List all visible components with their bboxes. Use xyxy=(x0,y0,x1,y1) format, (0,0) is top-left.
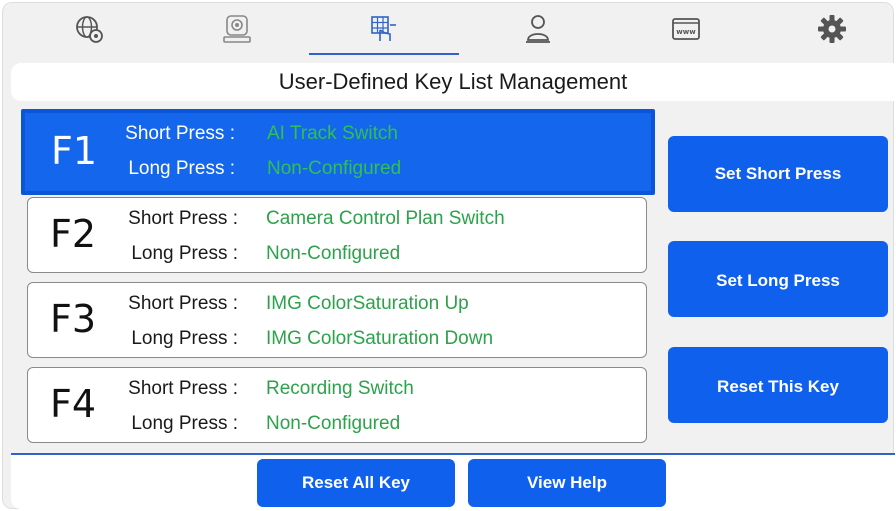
key-card-f4[interactable]: F4 Short Press : Recording Switch Long P… xyxy=(27,367,647,443)
keypad-icon xyxy=(371,16,396,41)
reset-all-key-button[interactable]: Reset All Key xyxy=(257,459,455,507)
gear-icon xyxy=(818,15,846,43)
app-window: www User-Defined Key List Management F1 … xyxy=(2,2,895,509)
key-card-f3[interactable]: F3 Short Press : IMG ColorSaturation Up … xyxy=(27,282,647,358)
key-card-f1[interactable]: F1 Short Press : AI Track Switch Long Pr… xyxy=(21,109,655,195)
short-press-label: Short Press : xyxy=(128,378,238,399)
short-press-label: Short Press : xyxy=(125,123,235,144)
long-press-value: IMG ColorSaturation Down xyxy=(266,328,494,349)
long-press-value: Non-Configured xyxy=(266,243,401,264)
view-help-button[interactable]: View Help xyxy=(468,459,666,507)
long-press-label: Long Press : xyxy=(131,413,238,434)
short-press-value: IMG ColorSaturation Up xyxy=(266,293,469,314)
reset-this-key-button[interactable]: Reset This Key xyxy=(668,347,888,423)
key-card-f2[interactable]: F2 Short Press : Camera Control Plan Swi… xyxy=(27,197,647,273)
long-press-label: Long Press : xyxy=(131,328,238,349)
www-icon: www xyxy=(672,18,700,40)
camera-icon xyxy=(223,15,251,43)
tab-keys[interactable] xyxy=(354,9,414,49)
long-press-value: Non-Configured xyxy=(266,413,401,434)
tab-user[interactable] xyxy=(508,9,568,49)
long-press-value: Non-Configured xyxy=(267,158,402,179)
tab-camera[interactable] xyxy=(207,9,267,49)
page-title: User-Defined Key List Management xyxy=(11,63,895,101)
short-press-label: Short Press : xyxy=(128,293,238,314)
user-icon xyxy=(526,15,550,43)
svg-text:www: www xyxy=(676,28,696,36)
set-long-press-button[interactable]: Set Long Press xyxy=(668,241,888,317)
tab-bar: www xyxy=(3,3,895,59)
set-short-press-button[interactable]: Set Short Press xyxy=(668,136,888,212)
tab-settings[interactable] xyxy=(802,9,862,49)
tab-network[interactable] xyxy=(59,9,119,49)
short-press-value: AI Track Switch xyxy=(267,123,398,144)
short-press-value: Recording Switch xyxy=(266,378,414,399)
long-press-label: Long Press : xyxy=(128,158,235,179)
globe-gear-icon xyxy=(76,16,103,43)
tab-web[interactable]: www xyxy=(656,9,716,49)
short-press-value: Camera Control Plan Switch xyxy=(266,208,505,229)
long-press-label: Long Press : xyxy=(131,243,238,264)
active-tab-indicator xyxy=(309,53,459,55)
short-press-label: Short Press : xyxy=(128,208,238,229)
